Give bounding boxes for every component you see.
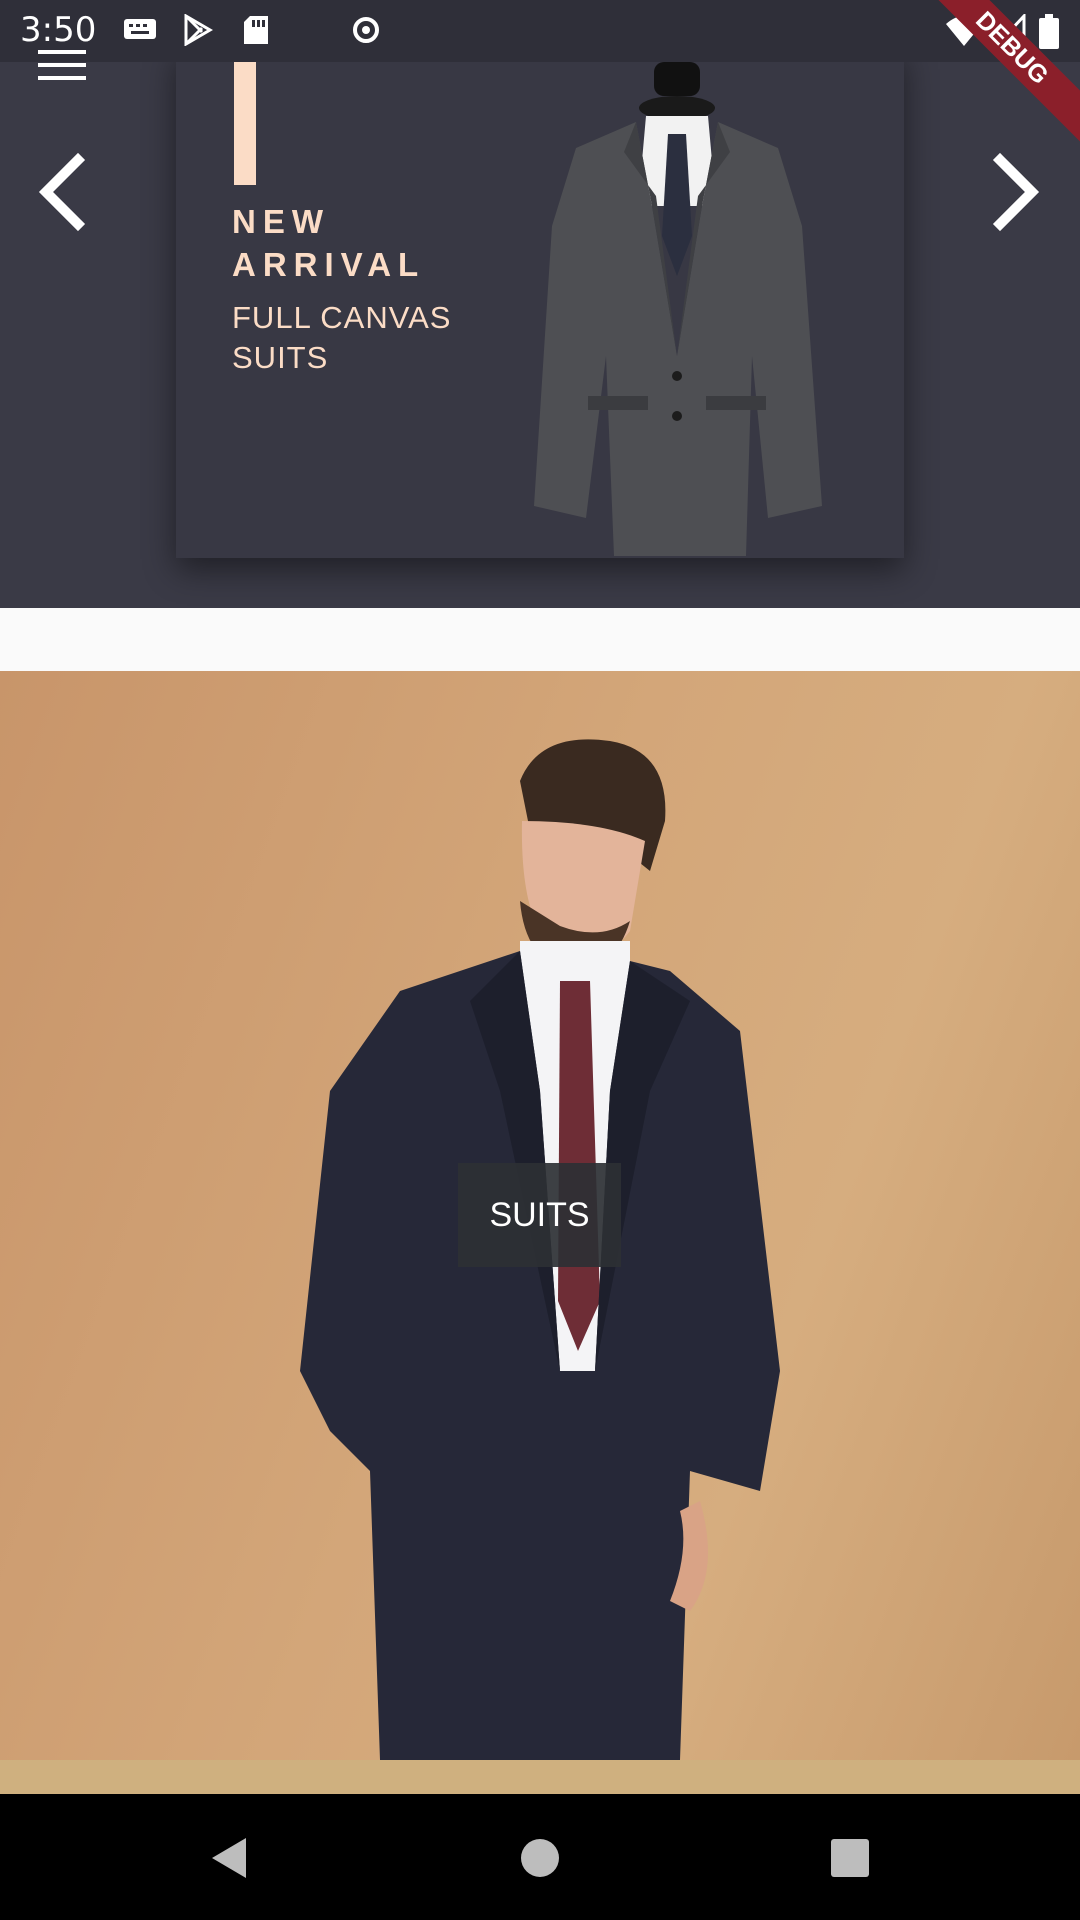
hamburger-menu-icon[interactable] <box>38 50 88 84</box>
promo-headline-line1: NEW <box>232 203 330 240</box>
home-circle-icon[interactable] <box>512 1830 568 1886</box>
sync-icon <box>353 17 379 43</box>
promo-accent-bar <box>234 46 256 185</box>
hero-banner: NEW ARRIVAL FULL CANVAS SUITS <box>0 0 1080 608</box>
sd-card-icon <box>244 16 268 44</box>
promo-subtitle-line2: SUITS <box>232 340 329 375</box>
jacket-on-mannequin-image <box>534 62 822 556</box>
system-nav-bar <box>0 1794 1080 1920</box>
promo-headline: NEW ARRIVAL <box>232 200 425 286</box>
chevron-left-icon[interactable] <box>34 152 94 232</box>
category-label[interactable]: SUITS <box>458 1163 621 1267</box>
recents-square-icon[interactable] <box>822 1830 878 1886</box>
status-time: 3:50 <box>20 10 97 50</box>
keyboard-icon <box>124 19 156 39</box>
promo-subtitle: FULL CANVAS SUITS <box>232 298 451 378</box>
battery-icon <box>1039 14 1059 49</box>
promo-card[interactable]: NEW ARRIVAL FULL CANVAS SUITS <box>176 46 904 558</box>
category-card-strip <box>0 1760 1080 1794</box>
play-store-icon <box>184 14 213 46</box>
chevron-right-icon[interactable] <box>984 152 1044 232</box>
promo-subtitle-line1: FULL CANVAS <box>232 300 452 335</box>
promo-headline-line2: ARRIVAL <box>232 246 426 283</box>
back-triangle-icon[interactable] <box>202 1830 258 1886</box>
status-bar: 3:50 <box>0 0 1080 62</box>
